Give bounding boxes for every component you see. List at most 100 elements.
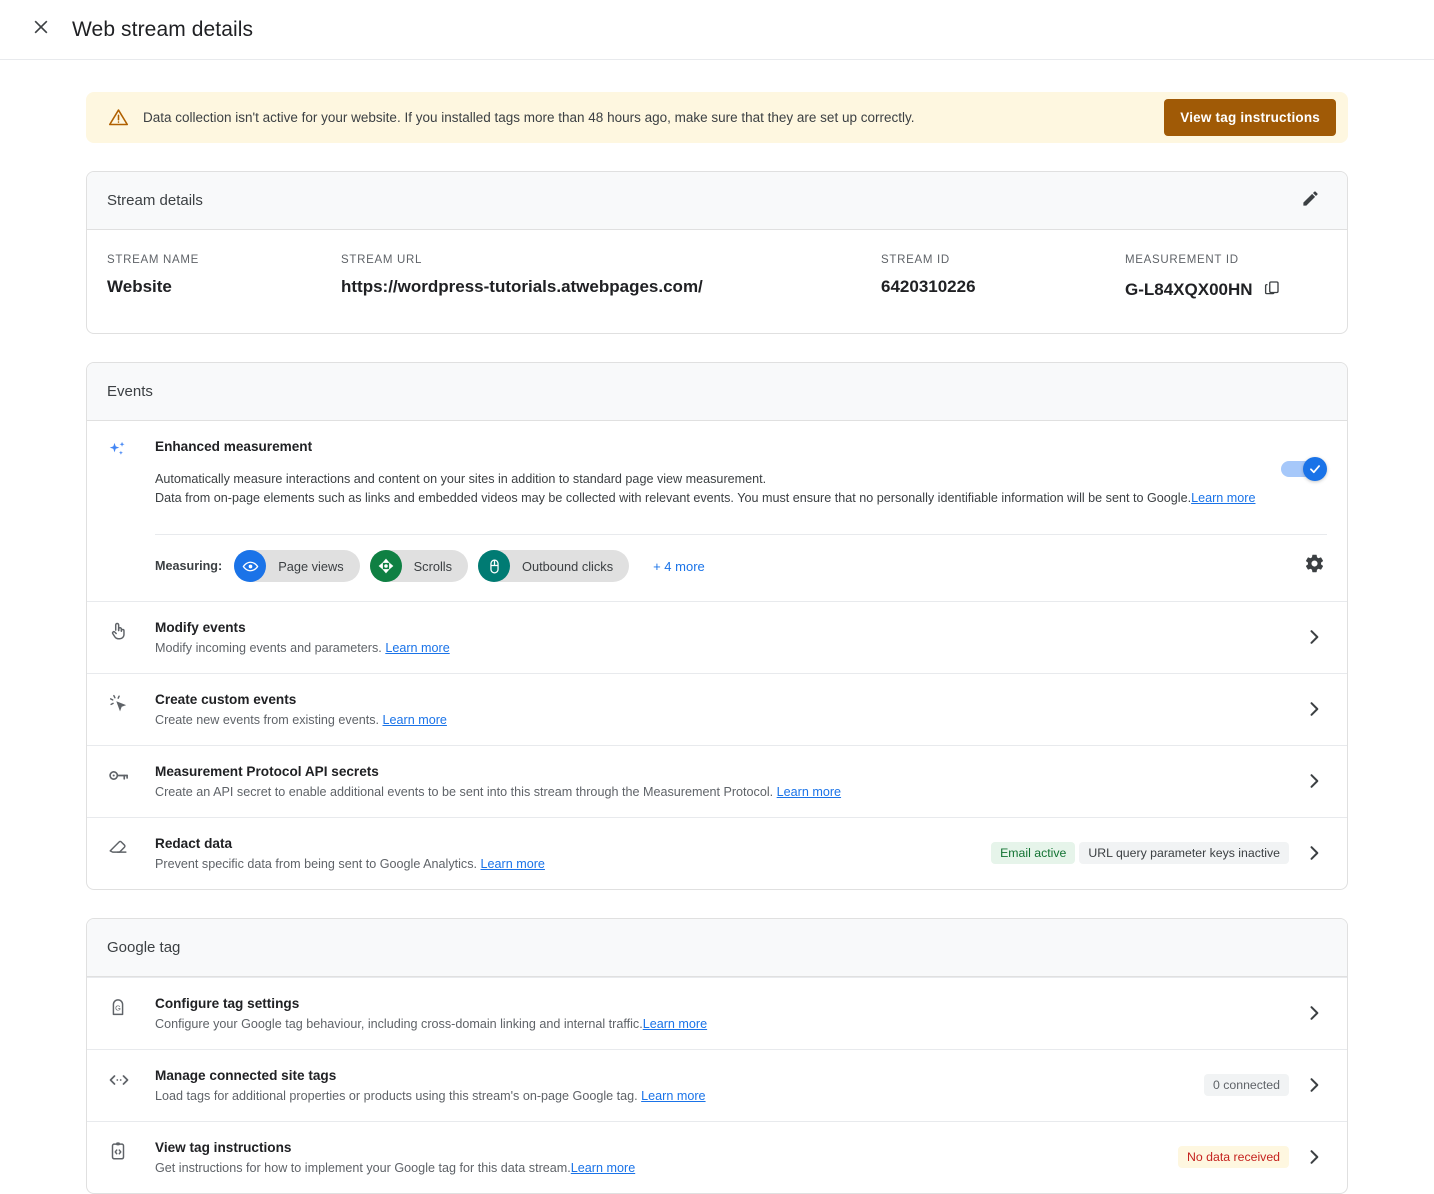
view-tag-instructions-button[interactable]: View tag instructions: [1164, 99, 1336, 136]
enhanced-measurement-settings-button[interactable]: [1297, 549, 1331, 583]
row-measurement-protocol-api-secrets[interactable]: Measurement Protocol API secrets Create …: [87, 745, 1347, 817]
row-manage-connected-site-tags-desc: Load tags for additional properties or p…: [155, 1087, 1204, 1105]
enhanced-measurement-learn-more-link[interactable]: Learn more: [1191, 491, 1255, 505]
row-measurement-protocol-api-secrets-desc: Create an API secret to enable additiona…: [155, 783, 1289, 801]
stream-details-card: Stream details STREAM NAME Website STREA…: [86, 171, 1348, 334]
measurement-id-value: G-L84XQX00HN: [1125, 280, 1253, 300]
row-measurement-protocol-api-secrets-desc-text: Create an API secret to enable additiona…: [155, 785, 773, 799]
cursor-click-icon: [107, 690, 155, 714]
sparkles-icon: [107, 437, 155, 461]
row-configure-tag-settings[interactable]: G Configure tag settings Configure your …: [87, 977, 1347, 1049]
stream-details-header: Stream details: [87, 172, 1347, 230]
app-header: Web stream details: [0, 0, 1434, 60]
measurement-id-label: MEASUREMENT ID: [1125, 254, 1327, 266]
row-manage-connected-site-tags-title: Manage connected site tags: [155, 1066, 1204, 1085]
measuring-label: Measuring:: [155, 559, 222, 573]
chevron-right-icon[interactable]: [1297, 692, 1331, 726]
mouse-icon: [478, 550, 510, 582]
toggle-knob: [1303, 457, 1327, 481]
row-modify-events-body: Modify events Modify incoming events and…: [155, 618, 1289, 657]
stream-id-label: STREAM ID: [881, 254, 1125, 266]
stream-name-label: STREAM NAME: [107, 254, 341, 266]
enhanced-measurement-desc-1: Automatically measure interactions and c…: [155, 470, 1281, 489]
chip-outbound-clicks[interactable]: Outbound clicks: [478, 550, 629, 582]
measuring-row: Measuring: Page views: [87, 535, 1347, 601]
code-arrows-icon: [107, 1066, 155, 1092]
stream-name-value: Website: [107, 277, 341, 297]
row-create-custom-events-title: Create custom events: [155, 690, 1289, 709]
row-redact-data-right: Email active URL query parameter keys in…: [991, 834, 1331, 870]
row-redact-data[interactable]: Redact data Prevent specific data from b…: [87, 817, 1347, 889]
enhanced-measurement-row: Enhanced measurement Automatically measu…: [87, 421, 1347, 522]
status-badge-url-query-keys: URL query parameter keys inactive: [1079, 842, 1289, 864]
row-configure-tag-settings-desc-text: Configure your Google tag behaviour, inc…: [155, 1017, 643, 1031]
edit-stream-details-button[interactable]: [1293, 184, 1327, 218]
edit-pencil-icon: [1301, 189, 1320, 213]
copy-measurement-id-button[interactable]: [1259, 277, 1285, 303]
google-tag-card: Google tag G Configure tag settings Conf…: [86, 918, 1348, 1194]
enhanced-measurement-title: Enhanced measurement: [155, 437, 1281, 456]
row-manage-connected-site-tags-learn-more-link[interactable]: Learn more: [641, 1089, 705, 1103]
row-view-tag-instructions-learn-more-link[interactable]: Learn more: [571, 1161, 635, 1175]
stream-details-title: Stream details: [107, 192, 1293, 209]
google-tag-icon: G: [107, 994, 155, 1018]
row-modify-events-title: Modify events: [155, 618, 1289, 637]
chevron-right-icon[interactable]: [1297, 996, 1331, 1030]
svg-text:G: G: [115, 1003, 121, 1012]
row-view-tag-instructions-desc: Get instructions for how to implement yo…: [155, 1159, 1178, 1177]
measuring-more-link[interactable]: + 4 more: [653, 559, 705, 574]
key-icon: [107, 762, 155, 787]
row-create-custom-events-body: Create custom events Create new events f…: [155, 690, 1289, 729]
code-clipboard-icon: [107, 1138, 155, 1162]
row-create-custom-events-learn-more-link[interactable]: Learn more: [383, 713, 447, 727]
events-header: Events: [87, 363, 1347, 421]
row-create-custom-events-right: [1289, 690, 1331, 726]
enhanced-measurement-toggle[interactable]: [1281, 459, 1327, 479]
stream-url-label: STREAM URL: [341, 254, 881, 266]
chevron-right-icon[interactable]: [1297, 620, 1331, 654]
row-manage-connected-site-tags[interactable]: Manage connected site tags Load tags for…: [87, 1049, 1347, 1121]
row-redact-data-learn-more-link[interactable]: Learn more: [481, 857, 545, 871]
row-view-tag-instructions[interactable]: View tag instructions Get instructions f…: [87, 1121, 1347, 1193]
chevron-right-icon[interactable]: [1297, 836, 1331, 870]
eye-icon: [234, 550, 266, 582]
close-icon: [31, 17, 51, 42]
status-badge-no-data-received: No data received: [1178, 1146, 1289, 1168]
row-measurement-protocol-api-secrets-learn-more-link[interactable]: Learn more: [777, 785, 841, 799]
measurement-id-value-wrap: G-L84XQX00HN: [1125, 277, 1327, 303]
row-modify-events[interactable]: Modify events Modify incoming events and…: [87, 601, 1347, 673]
stream-url-value: https://wordpress-tutorials.atwebpages.c…: [341, 277, 881, 297]
enhanced-measurement-desc-2: Data from on-page elements such as links…: [155, 489, 1281, 508]
tap-hand-icon: [107, 618, 155, 642]
chip-page-views[interactable]: Page views: [234, 550, 359, 582]
chevron-right-icon[interactable]: [1297, 764, 1331, 798]
row-redact-data-desc: Prevent specific data from being sent to…: [155, 855, 991, 873]
measurement-id-field: MEASUREMENT ID G-L84XQX00HN: [1125, 254, 1327, 303]
chip-page-views-label: Page views: [278, 559, 343, 574]
row-view-tag-instructions-body: View tag instructions Get instructions f…: [155, 1138, 1178, 1177]
google-tag-title: Google tag: [107, 939, 1327, 956]
stream-id-field: STREAM ID 6420310226: [881, 254, 1125, 303]
row-redact-data-title: Redact data: [155, 834, 991, 853]
row-modify-events-learn-more-link[interactable]: Learn more: [385, 641, 449, 655]
close-button[interactable]: [24, 13, 58, 47]
measuring-chips: Page views Scrolls: [234, 550, 1297, 582]
eraser-icon: [107, 834, 155, 858]
row-manage-connected-site-tags-right: 0 connected: [1204, 1066, 1331, 1102]
chevron-right-icon[interactable]: [1297, 1140, 1331, 1174]
row-configure-tag-settings-learn-more-link[interactable]: Learn more: [643, 1017, 707, 1031]
stream-url-field: STREAM URL https://wordpress-tutorials.a…: [341, 254, 881, 303]
chevron-right-icon[interactable]: [1297, 1068, 1331, 1102]
banner-message: Data collection isn't active for your we…: [143, 109, 1150, 127]
chip-scrolls[interactable]: Scrolls: [370, 550, 468, 582]
warning-triangle-icon: [108, 107, 129, 128]
row-configure-tag-settings-title: Configure tag settings: [155, 994, 1289, 1013]
row-modify-events-right: [1289, 618, 1331, 654]
row-measurement-protocol-api-secrets-right: [1289, 762, 1331, 798]
row-manage-connected-site-tags-body: Manage connected site tags Load tags for…: [155, 1066, 1204, 1105]
row-measurement-protocol-api-secrets-body: Measurement Protocol API secrets Create …: [155, 762, 1289, 801]
row-create-custom-events[interactable]: Create custom events Create new events f…: [87, 673, 1347, 745]
data-collection-warning-banner: Data collection isn't active for your we…: [86, 92, 1348, 143]
stream-name-field: STREAM NAME Website: [107, 254, 341, 303]
gear-icon: [1304, 553, 1325, 579]
